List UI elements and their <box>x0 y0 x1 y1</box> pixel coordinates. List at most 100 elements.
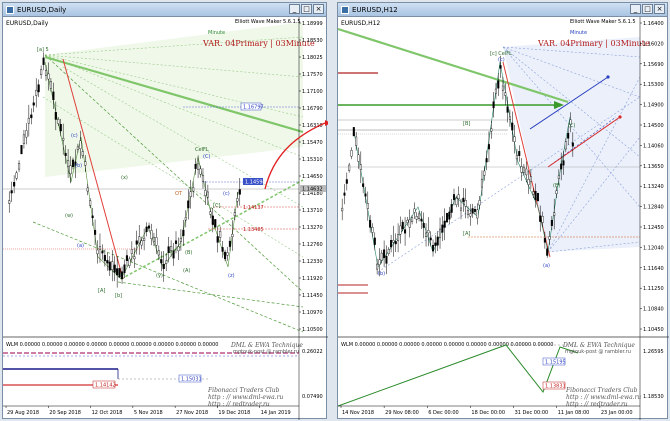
price-tick-label: 1.14650 <box>302 174 323 180</box>
osc-label-red: 1.14142 <box>95 383 116 389</box>
candle <box>543 238 546 243</box>
candle <box>79 140 82 149</box>
h12-window-title: EURUSD,H12 <box>352 5 398 14</box>
date-tick-label: 23 Jan 00:00 <box>601 410 633 416</box>
price-label-red-1: 1.14137 <box>243 205 264 211</box>
close-button[interactable]: × <box>313 4 324 14</box>
wave-label: [A] <box>463 231 470 237</box>
candle <box>418 213 421 219</box>
price-tick-label: 1.18530 <box>302 38 323 44</box>
date-tick-label: 18 Dec 00:00 <box>471 410 505 416</box>
candle <box>214 219 217 228</box>
candle <box>392 240 395 243</box>
candle <box>216 236 219 243</box>
brand-email: mgtouk-post @ rambler.ru <box>565 349 631 355</box>
candle <box>204 190 207 196</box>
candle <box>448 211 451 220</box>
candle <box>10 190 13 194</box>
candle <box>187 200 190 209</box>
daily-chart-window[interactable]: EURUSD,Daily _ □ × 1.16797 1.14594 1.141… <box>2 2 328 420</box>
wave-label: OT <box>175 191 183 197</box>
wave-label: (b) <box>75 163 82 169</box>
candle <box>35 89 38 96</box>
h12-price-chart[interactable]: EURUSD,H12 Elliott Wave Maker 5.6.1.5 Mi… <box>338 17 669 420</box>
candle <box>425 232 428 238</box>
candle <box>231 233 234 238</box>
candle <box>160 259 163 264</box>
candle <box>118 268 121 278</box>
candle <box>133 256 136 260</box>
wave-label: [A] <box>98 288 105 294</box>
price-tick-label: 1.16790 <box>302 106 323 112</box>
price-tick-label: 1.16020 <box>643 41 664 47</box>
candle <box>343 192 346 196</box>
minimize-button[interactable]: _ <box>630 4 641 14</box>
candle <box>13 182 16 187</box>
maximize-button[interactable]: □ <box>301 4 312 14</box>
wave-label: [a] 5 <box>37 47 49 53</box>
candle <box>17 162 21 170</box>
candle <box>223 251 227 260</box>
candle <box>450 204 453 213</box>
h12-window-titlebar[interactable]: EURUSD,H12 _ □ × <box>338 3 667 17</box>
candle <box>228 240 232 247</box>
candle <box>128 258 131 266</box>
candle <box>415 215 418 220</box>
candle <box>22 134 26 144</box>
candle <box>182 229 185 236</box>
candle <box>494 88 497 94</box>
minimize-button[interactable]: _ <box>289 4 300 14</box>
candle <box>478 200 481 206</box>
price-tick-label: 1.11250 <box>643 286 664 292</box>
candle <box>197 163 200 170</box>
candle <box>113 264 116 273</box>
candle <box>209 211 212 215</box>
price-tick-label: 1.17570 <box>302 72 323 78</box>
candle <box>40 69 43 75</box>
candle <box>411 217 414 222</box>
date-tick-label: 12 Oct 2018 <box>92 410 123 416</box>
candle <box>397 234 400 242</box>
wave-label: (w) <box>65 213 73 219</box>
price-tick-label: 1.14500 <box>643 123 664 129</box>
daily-window-titlebar[interactable]: EURUSD,Daily _ □ × <box>3 3 326 17</box>
candle <box>369 219 372 228</box>
candle <box>147 225 151 229</box>
close-button[interactable]: × <box>654 4 665 14</box>
candle <box>177 246 180 252</box>
maximize-button[interactable]: □ <box>642 4 653 14</box>
candle <box>364 193 367 197</box>
date-tick-label: 14 Jan 2019 <box>261 410 291 416</box>
candle <box>420 218 423 222</box>
candle <box>59 123 62 132</box>
candle <box>473 209 476 212</box>
candle <box>515 154 518 160</box>
candle <box>355 136 358 146</box>
wave-label: (B) <box>185 250 192 256</box>
osc-tick-bottom: 0.07490 <box>302 394 323 400</box>
daily-price-chart[interactable]: 1.16797 1.14594 1.14137 1.13485 EURUSD,D… <box>3 17 328 420</box>
candle <box>52 91 55 101</box>
osc-tick-top: 1.26595 <box>643 349 664 355</box>
candle <box>165 260 168 264</box>
candle <box>539 215 542 222</box>
chart-window-icon <box>341 5 349 14</box>
candle <box>199 168 202 175</box>
candle <box>221 247 224 252</box>
candle <box>96 249 99 255</box>
candle <box>179 238 182 242</box>
candle <box>383 249 386 258</box>
candle <box>81 151 84 156</box>
candle <box>174 240 178 244</box>
price-tick-label: 1.12450 <box>643 225 664 231</box>
candle <box>341 207 344 212</box>
candle <box>518 151 521 156</box>
candle <box>439 228 442 238</box>
candle <box>497 80 500 89</box>
price-tick-label: 1.12840 <box>643 205 664 211</box>
wlm-readout: WLM 0.00000 0.00000 0.00000 0.00000 0.00… <box>341 342 553 348</box>
brand-site-2: http : // redtrader.ru <box>566 401 628 408</box>
h12-chart-window[interactable]: EURUSD,H12 _ □ × EURUSD,H12 Elliott Wave… <box>337 2 669 420</box>
candle <box>42 57 45 65</box>
candle <box>506 106 509 113</box>
